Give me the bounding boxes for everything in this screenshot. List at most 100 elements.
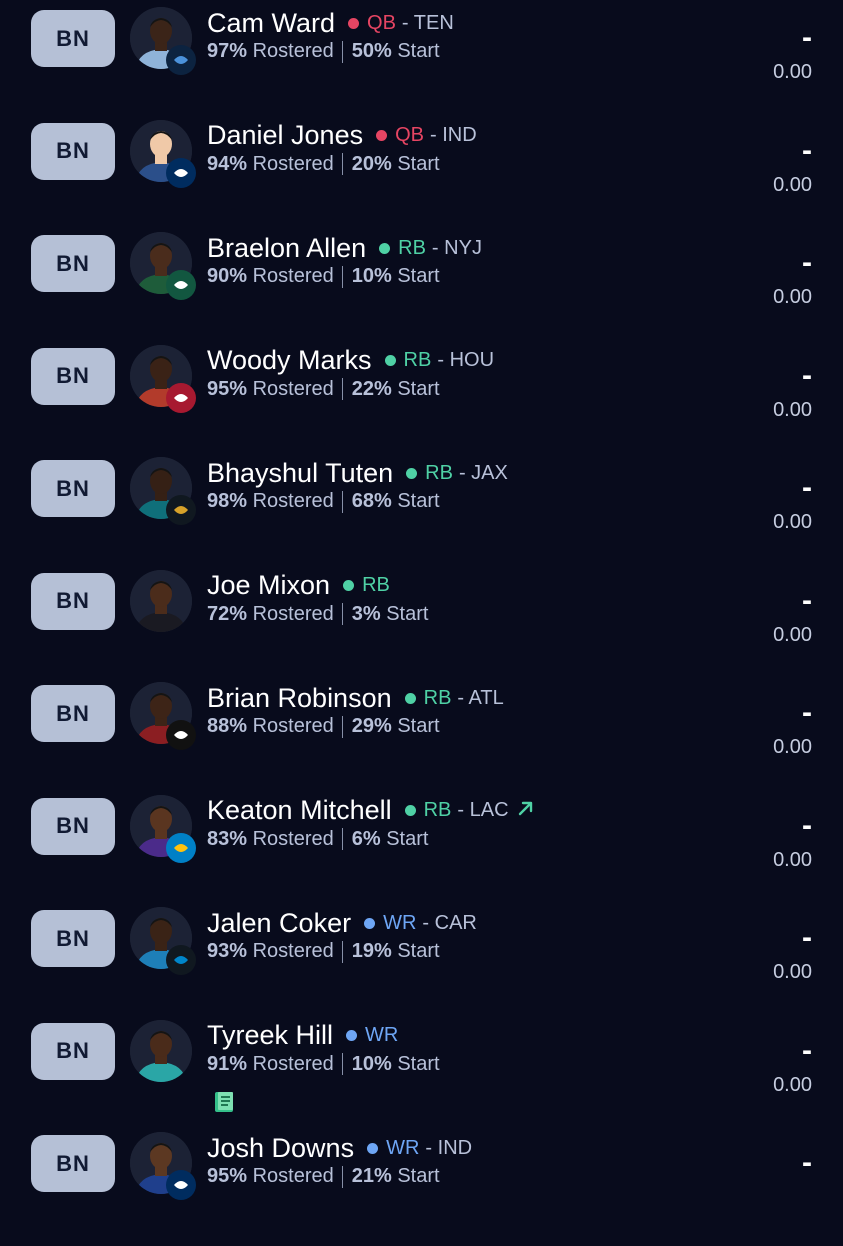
player-name[interactable]: Joe Mixon [207,570,330,601]
slot-button[interactable]: BN [31,235,115,292]
player-name[interactable]: Brian Robinson [207,683,392,714]
position-dot-icon [404,805,416,816]
start-percent: 6% [351,827,381,850]
player-avatar[interactable] [130,119,196,188]
player-position: WR [383,911,417,934]
player-name-line: Braelon Allen RB - NYJ [207,232,482,264]
player-name-line: Brian Robinson RB - ATL [207,682,504,714]
player-row[interactable]: BN Bhayshul Tuten RB - JAX 98% Rostered 68% S… [0,457,843,571]
rostered-percent: 95% [207,377,248,400]
player-name[interactable]: Jalen Coker [207,908,351,939]
rostered-percent: 88% [207,715,248,737]
start-label: Start [386,602,429,625]
player-name-line: Tyreek Hill WR [207,1020,440,1052]
player-avatar[interactable] [130,1019,192,1082]
player-row[interactable]: BN Joe Mixon RB 72% Rostered 3% Start - 0.00 [0,569,843,684]
slot-button[interactable]: BN [31,1135,115,1192]
rostered-percent: 91% [207,1052,248,1075]
player-avatar[interactable] [130,1132,196,1200]
slot-button[interactable]: BN [31,1022,115,1080]
team-abbr: NYJ [444,236,482,259]
player-name[interactable]: Braelon Allen [207,233,366,264]
player-row[interactable]: BN Braelon Allen RB - NYJ 90% Rostered 10% St… [0,232,843,346]
falcons-logo-icon [166,720,196,750]
slot-button[interactable]: BN [31,122,115,180]
projection-value: - [802,246,812,279]
slot-button[interactable]: BN [31,347,115,405]
player-avatar[interactable] [130,457,196,525]
player-name[interactable]: Tyreek Hill [207,1020,333,1051]
slot-button[interactable]: BN [31,797,115,855]
player-row[interactable]: BN Tyreek Hill WR 91% Rostered 10% Start - 0.0… [0,1019,843,1134]
player-info: Brian Robinson RB - ATL 88% Rostered 29% Sta… [207,682,504,738]
start-percent: 50% [351,40,392,62]
slot-button[interactable]: BN [31,685,115,742]
slot-button[interactable]: BN [31,572,115,630]
player-avatar[interactable] [130,232,196,300]
player-score: - 0.00 [773,23,812,84]
slot-button[interactable]: BN [31,910,115,967]
player-row[interactable]: BN Jalen Coker WR - CAR 93% Rostered 19% Star… [0,907,843,1021]
stat-divider [341,40,343,63]
player-position: WR [386,1136,420,1159]
team-separator: - [401,11,409,34]
rostered-label: Rostered [252,265,334,287]
player-position: RB [403,349,432,371]
player-name-line: Daniel Jones QB - IND [207,120,477,152]
player-position: RB [423,686,452,709]
player-row[interactable]: BN Josh Downs WR - IND 95% Rostered 21% Start… [0,1132,843,1246]
player-position: RB [425,461,453,484]
player-avatar[interactable] [130,344,196,413]
start-percent: 21% [351,1165,392,1187]
team-separator: - [422,911,430,934]
player-row[interactable]: BN Woody Marks RB - HOU 95% Rostered 22% Star… [0,344,843,459]
rostered-label: Rostered [252,602,334,625]
player-team: - JAX [459,462,508,485]
start-percent: 19% [351,940,392,962]
player-name[interactable]: Woody Marks [207,345,372,376]
player-row[interactable]: BN Cam Ward QB - TEN 97% Rostered 50% Start -0… [0,7,843,121]
player-avatar[interactable] [130,569,192,632]
player-info: Josh Downs WR - IND 95% Rostered 21% Start [207,1132,472,1188]
projection-value: - [802,1146,812,1179]
team-abbr: IND [437,1136,473,1159]
player-info: Jalen Coker WR - CAR 93% Rostered 19% Start [207,907,477,963]
player-row[interactable]: BN Keaton Mitchell RB - LAC 83% Rostered 6% S… [0,794,843,909]
player-name-line: Jalen Coker WR - CAR [207,907,477,939]
player-avatar[interactable] [130,7,196,75]
player-info: Joe Mixon RB 72% Rostered 3% Start [207,570,428,626]
player-position: RB [398,236,426,259]
player-name[interactable]: Cam Ward [207,8,335,39]
player-score: - 0.00 [773,360,812,422]
points-value: 0.00 [773,511,812,533]
team-separator: - [425,1136,433,1159]
position-dot-icon [376,130,388,141]
news-note-icon[interactable] [212,1090,236,1119]
rostered-label: Rostered [252,40,334,62]
player-name[interactable]: Josh Downs [207,1133,354,1164]
player-score: - 0.00 [773,1035,812,1097]
player-info: Daniel Jones QB - IND 94% Rostered 20% Start [207,120,477,176]
start-label: Start [397,715,440,737]
stat-divider [341,828,343,851]
points-value: 0.00 [773,848,812,871]
projection-value: - [802,21,812,54]
player-info: Braelon Allen RB - NYJ 90% Rostered 10% Star… [207,232,482,288]
player-position: QB [367,11,396,34]
team-separator: - [431,236,439,259]
player-name[interactable]: Keaton Mitchell [207,795,392,826]
player-name[interactable]: Daniel Jones [207,120,363,151]
player-avatar[interactable] [130,682,196,750]
player-row[interactable]: BN Brian Robinson RB - ATL 88% Rostered 29% S… [0,682,843,796]
start-percent: 10% [351,265,392,287]
slot-button[interactable]: BN [31,460,115,517]
player-row[interactable]: BN Daniel Jones QB - IND 94% Rostered 20% Sta… [0,119,843,234]
player-avatar[interactable] [130,794,196,863]
player-avatar[interactable] [130,907,196,975]
player-name[interactable]: Bhayshul Tuten [207,458,393,489]
rostered-percent: 72% [207,602,248,625]
rostered-percent: 94% [207,152,248,175]
slot-button[interactable]: BN [31,10,115,67]
jets-logo-icon [166,270,196,300]
rostered-label: Rostered [252,490,334,512]
